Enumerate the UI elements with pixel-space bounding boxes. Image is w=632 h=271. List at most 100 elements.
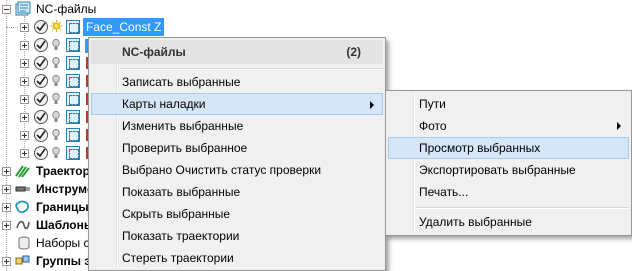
nc-file-icon: [66, 20, 80, 34]
submenu-item-export-selected[interactable]: Экспортировать выбранные: [388, 159, 629, 181]
menu-separator: [416, 207, 629, 209]
bulb-icon[interactable]: [52, 129, 60, 141]
menu-item-label: Просмотр выбранных: [419, 141, 541, 155]
nc-file-icon: [66, 38, 80, 52]
nc-file-icon: [66, 128, 80, 142]
tree-row-nc-file[interactable]: [0, 90, 100, 108]
menu-item-label: Проверить выбранное: [122, 141, 248, 155]
submenu-item-delete-selected[interactable]: Удалить выбранные: [388, 211, 629, 233]
tree-row-nc-file[interactable]: [0, 36, 100, 54]
menu-item-clear-verify-status[interactable]: Выбрано Очистить статус проверки: [91, 159, 383, 181]
menu-item-label: Показать выбранные: [122, 185, 241, 199]
active-check-icon[interactable]: [34, 110, 48, 124]
expand-icon[interactable]: [20, 113, 29, 122]
tree-row-nc-file[interactable]: [0, 108, 100, 126]
bulb-icon[interactable]: [52, 57, 60, 69]
bulb-icon[interactable]: [52, 147, 60, 159]
tree-item-label: Шаблоны: [36, 218, 95, 232]
active-check-icon[interactable]: [34, 128, 48, 142]
menu-item-label: Карты наладки: [122, 97, 206, 111]
menu-header: NC-файлы (2): [91, 40, 383, 64]
active-check-icon[interactable]: [34, 92, 48, 106]
nc-file-icon: [66, 92, 80, 106]
bulb-icon[interactable]: [52, 39, 60, 51]
nc-file-icon: [66, 110, 80, 124]
submenu-item-print[interactable]: Печать...: [388, 181, 629, 203]
collapse-icon[interactable]: [2, 5, 11, 14]
menu-item-label: Записать выбранные: [122, 75, 241, 89]
menu-item-label: Печать...: [419, 185, 469, 199]
menu-separator: [119, 68, 383, 70]
submenu-arrow-icon: [370, 101, 374, 109]
expand-icon[interactable]: [2, 257, 11, 266]
menu-header-count: (2): [346, 45, 361, 59]
menu-item-write-selected[interactable]: Записать выбранные: [91, 71, 383, 93]
menu-item-label: Удалить выбранные: [419, 215, 532, 229]
expand-icon[interactable]: [20, 23, 29, 32]
menu-item-verify-selected[interactable]: Проверить выбранное: [91, 137, 383, 159]
menu-item-edit-selected[interactable]: Изменить выбранные: [91, 115, 383, 137]
tree-selected-label[interactable]: Face_Const Z: [83, 18, 165, 36]
menu-item-show-selected[interactable]: Показать выбранные: [91, 181, 383, 203]
expand-icon[interactable]: [20, 41, 29, 50]
active-check-icon[interactable]: [34, 38, 48, 52]
tree-item-label: Группы э: [36, 254, 91, 268]
menu-item-hide-selected[interactable]: Скрыть выбранные: [91, 203, 383, 225]
menu-item-label: Стереть траектории: [122, 251, 234, 265]
expand-icon[interactable]: [20, 131, 29, 140]
bulb-icon[interactable]: [52, 111, 60, 123]
submenu-item-photo[interactable]: Фото: [388, 115, 629, 137]
menu-header-label: NC-файлы: [122, 45, 186, 59]
menu-item-label: Экспортировать выбранные: [419, 163, 576, 177]
submenu-item-paths[interactable]: Пути: [388, 93, 629, 115]
tree-item-label: Границы: [36, 200, 89, 214]
active-check-icon[interactable]: [34, 74, 48, 88]
bulb-icon[interactable]: [52, 75, 60, 87]
expand-icon[interactable]: [20, 59, 29, 68]
expand-icon[interactable]: [20, 149, 29, 158]
tree-line: [6, 27, 18, 28]
menu-item-setup-sheets[interactable]: Карты наладки: [91, 93, 383, 115]
active-star-icon: [50, 20, 63, 32]
menu-item-label: Фото: [419, 119, 447, 133]
nc-folder-icon: [15, 1, 31, 16]
menu-item-erase-toolpaths[interactable]: Стереть траектории: [91, 247, 383, 269]
submenu-item-preview-selected[interactable]: Просмотр выбранных: [388, 137, 629, 159]
expand-icon[interactable]: [20, 77, 29, 86]
menu-item-label: Пути: [419, 97, 446, 111]
menu-item-show-toolpaths[interactable]: Показать траектории: [91, 225, 383, 247]
tree-root-label: NC-файлы: [36, 2, 97, 16]
toolpath-icon: [15, 165, 30, 178]
tree-row-nc-file[interactable]: [0, 72, 100, 90]
boundary-icon: [15, 200, 29, 214]
expand-icon[interactable]: [20, 95, 29, 104]
nc-file-icon: [66, 146, 80, 160]
context-menu: NC-файлы (2) Записать выбранные Карты на…: [88, 37, 386, 271]
active-check-icon[interactable]: [34, 56, 48, 70]
bulb-icon[interactable]: [52, 93, 60, 105]
menu-item-label: Показать траектории: [122, 229, 240, 243]
active-check-icon[interactable]: [34, 20, 48, 34]
expand-icon[interactable]: [2, 185, 11, 194]
tree-item-label: Инструме: [36, 182, 94, 196]
tree-row-nc-file[interactable]: [0, 126, 100, 144]
tool-icon: [15, 186, 30, 192]
expand-icon[interactable]: [2, 221, 11, 230]
nc-file-icon: [66, 56, 80, 70]
nc-file-icon: [66, 74, 80, 88]
menu-item-label: Выбрано Очистить статус проверки: [122, 163, 322, 177]
menu-item-label: Изменить выбранные: [122, 119, 244, 133]
expand-icon[interactable]: [2, 203, 11, 212]
tree-item-label: Траектор: [36, 164, 90, 178]
tree-row-nc-file[interactable]: [0, 144, 100, 162]
pattern-icon: [16, 220, 30, 230]
active-check-icon[interactable]: [34, 146, 48, 160]
tree-item-label: Наборы с: [36, 236, 90, 250]
menu-item-label: Скрыть выбранные: [122, 207, 231, 221]
expand-icon[interactable]: [2, 167, 11, 176]
setup-sheets-submenu: Пути Фото Просмотр выбранных Экспортиров…: [385, 90, 632, 236]
feature-set-icon: [18, 236, 30, 250]
groups-icon: [15, 255, 30, 265]
submenu-arrow-icon: [617, 122, 621, 130]
tree-row-nc-file[interactable]: [0, 54, 100, 72]
